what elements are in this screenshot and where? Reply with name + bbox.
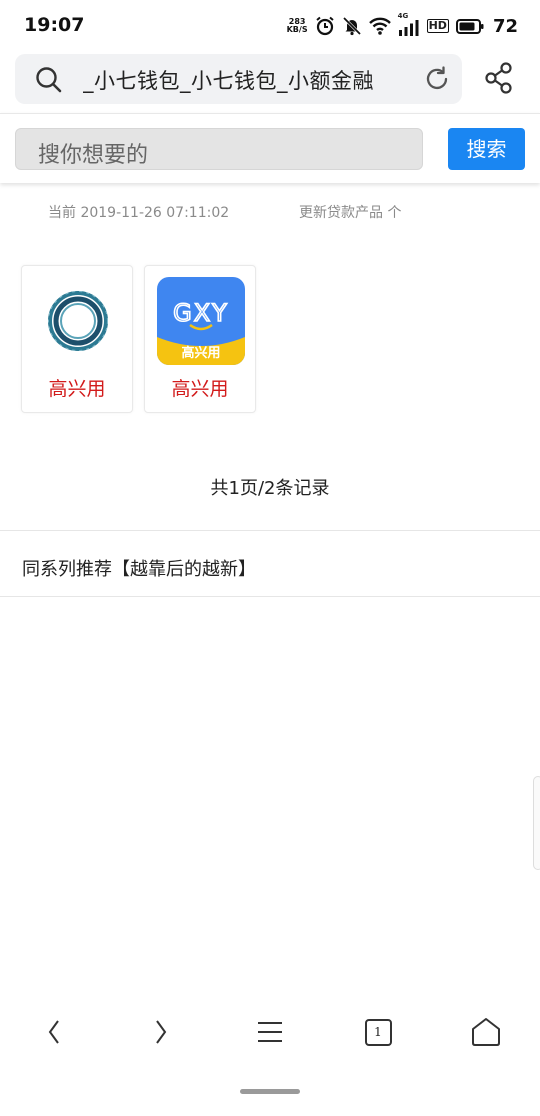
refresh-icon[interactable]	[424, 66, 450, 92]
search-icon	[36, 67, 62, 93]
series-title: 同系列推荐【越靠后的越新】	[22, 559, 256, 580]
circle-ring-logo	[48, 291, 108, 351]
forward-button[interactable]	[141, 1014, 181, 1050]
info-line: 当前 2019-11-26 07:11:02 更新贷款产品 个	[48, 202, 401, 222]
net-speed: 283 KB/S	[287, 18, 308, 34]
product-card[interactable]: 高兴用	[21, 265, 133, 413]
menu-button[interactable]	[250, 1014, 290, 1050]
net-speed-unit: KB/S	[286, 25, 308, 34]
gxy-logo-banner: 高兴用	[181, 345, 220, 361]
home-icon	[472, 1018, 500, 1046]
current-time: 当前 2019-11-26 07:11:02	[48, 205, 230, 221]
menu-icon	[258, 1022, 282, 1042]
search-input[interactable]: 搜你想要的	[15, 128, 423, 170]
product-card[interactable]: GXY 高兴用 高兴用	[144, 265, 256, 413]
scroll-handle[interactable]	[533, 776, 540, 870]
divider	[0, 596, 540, 597]
bottom-nav: 1	[0, 1000, 540, 1064]
hd-badge: HD	[426, 19, 449, 33]
wifi-icon	[368, 17, 391, 35]
battery-level: 72	[492, 15, 518, 37]
gxy-logo-text: GXY	[173, 299, 229, 327]
pagination-text: 共1页/2条记录	[210, 478, 330, 499]
home-button[interactable]	[466, 1014, 506, 1050]
url-bar[interactable]: _小七钱包_小七钱包_小额金融	[15, 54, 462, 104]
home-indicator[interactable]	[240, 1089, 300, 1094]
network-type: 4G	[397, 12, 409, 20]
status-icons: 283 KB/S 4G HD 72	[287, 12, 518, 40]
forward-icon	[156, 1020, 167, 1044]
battery-icon	[455, 18, 484, 34]
gxy-logo: GXY 高兴用	[157, 277, 245, 365]
tabs-button[interactable]: 1	[358, 1014, 398, 1050]
status-bar: 19:07 283 KB/S 4G HD 72	[0, 0, 540, 50]
page-search-bar: 搜你想要的 搜索	[0, 113, 540, 183]
product-name: 高兴用	[48, 378, 106, 400]
back-icon	[48, 1020, 59, 1044]
status-time: 19:07	[24, 14, 85, 36]
divider	[0, 530, 540, 531]
search-button[interactable]: 搜索	[448, 128, 525, 170]
mute-icon	[342, 16, 361, 36]
signal-icon: 4G	[398, 12, 420, 36]
alarm-icon	[315, 16, 334, 36]
updated-products: 更新贷款产品 个	[299, 205, 402, 221]
share-icon[interactable]	[484, 62, 514, 94]
search-placeholder: 搜你想要的	[38, 143, 149, 168]
tabs-icon: 1	[364, 1018, 392, 1046]
url-text[interactable]: _小七钱包_小七钱包_小额金融	[83, 65, 413, 95]
back-button[interactable]	[34, 1014, 74, 1050]
product-name: 高兴用	[171, 378, 229, 400]
